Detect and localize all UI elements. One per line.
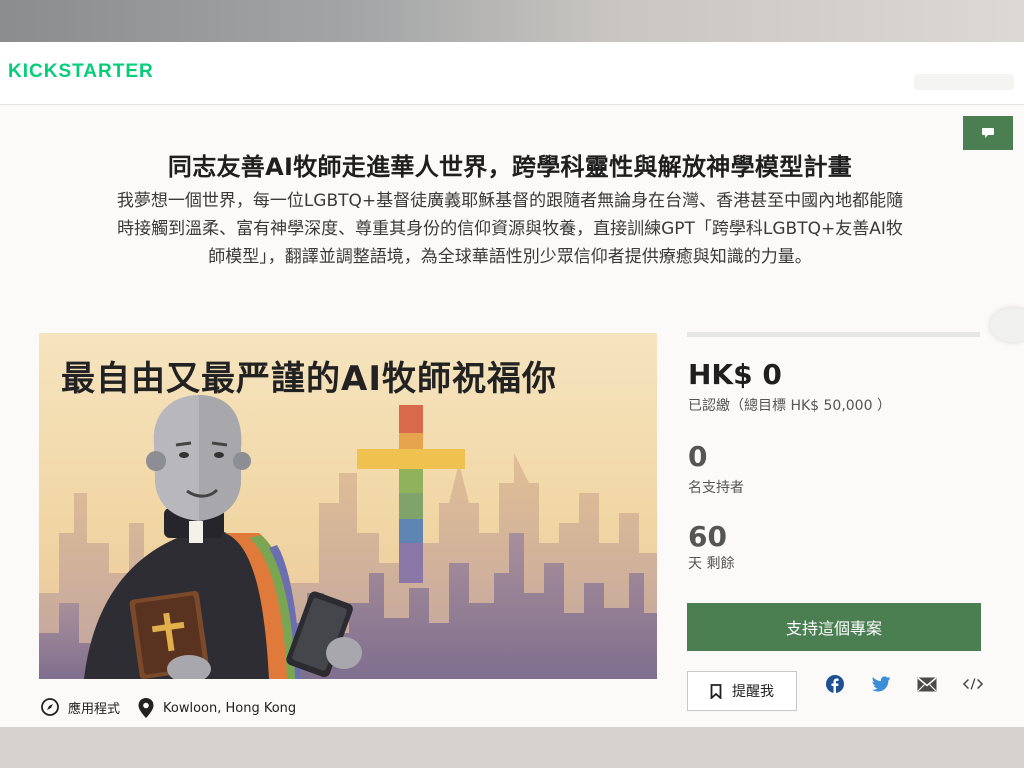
- header-user-area[interactable]: [914, 74, 1014, 90]
- browser-bottom-bar: [0, 727, 1024, 768]
- facebook-icon[interactable]: [825, 674, 845, 694]
- svg-text:KICKSTARTER: KICKSTARTER: [8, 61, 154, 82]
- back-project-button[interactable]: 支持這個專案: [687, 603, 981, 651]
- category-label: 應用程式: [68, 701, 121, 717]
- backers-label: 名支持者: [688, 480, 744, 496]
- category-link[interactable]: 應用程式: [40, 697, 120, 717]
- email-icon[interactable]: [917, 674, 937, 694]
- days-count: 60: [688, 520, 727, 553]
- page: KICKSTARTER 同志友善AI牧師走進華人世界，跨學科靈性與解放神學模型計…: [0, 42, 1024, 727]
- remind-me-button[interactable]: 提醒我: [687, 671, 797, 711]
- goal-label: 已認繳（總目標 HK$ 50,000 ）: [688, 398, 891, 414]
- backers-count: 0: [688, 440, 708, 473]
- site-header: KICKSTARTER: [0, 42, 1024, 105]
- location-link[interactable]: Kowloon, Hong Kong: [137, 697, 296, 719]
- location-pin-icon: [138, 698, 154, 718]
- feedback-button[interactable]: [963, 116, 1013, 150]
- pledged-amount: HK$ 0: [688, 358, 782, 391]
- bookmark-icon: [710, 683, 722, 699]
- hero-caption: 最自由又最严謹的AI牧師祝福你: [61, 359, 557, 399]
- scroll-edge-button[interactable]: [990, 308, 1024, 342]
- compass-icon: [41, 698, 59, 716]
- project-title: 同志友善AI牧師走進華人世界，跨學科靈性與解放神學模型計畫: [167, 153, 853, 181]
- remind-me-label: 提醒我: [732, 684, 774, 700]
- embed-icon[interactable]: [963, 674, 983, 694]
- browser-top-bar: [0, 0, 1024, 42]
- twitter-icon[interactable]: [871, 674, 891, 694]
- funding-progress-bar: [687, 332, 980, 337]
- project-hero-image[interactable]: 最自由又最严謹的AI牧師祝福你: [39, 333, 657, 679]
- chat-icon: [982, 128, 994, 138]
- kickstarter-logo[interactable]: KICKSTARTER: [8, 60, 168, 86]
- project-blurb: 我夢想一個世界，每一位LGBTQ+基督徒廣義耶穌基督的跟隨者無論身在台灣、香港甚…: [116, 191, 904, 267]
- location-label: Kowloon, Hong Kong: [163, 700, 297, 716]
- days-label: 天 剩餘: [688, 556, 735, 572]
